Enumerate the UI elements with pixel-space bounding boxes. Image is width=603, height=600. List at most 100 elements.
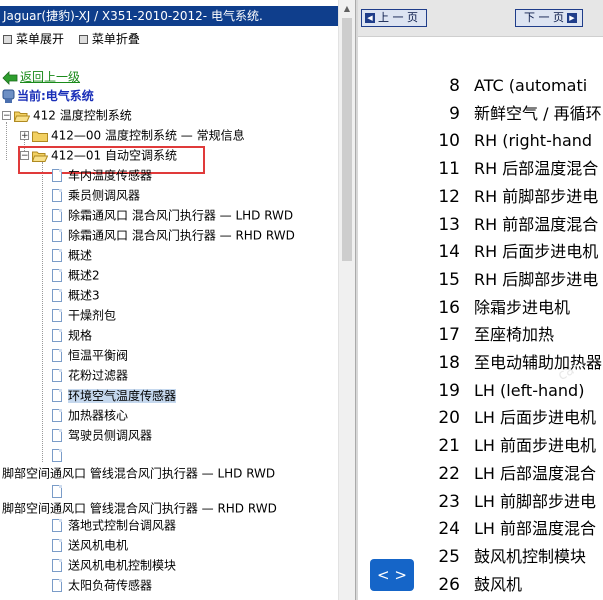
- document-icon: [52, 249, 62, 262]
- folder-icon: [32, 131, 48, 142]
- part-number: 13: [438, 214, 460, 235]
- page-nav-bar: ◀ 上 一 页 下 一 页 ▶: [358, 0, 603, 37]
- tree-leaf[interactable]: 规格: [52, 325, 92, 345]
- back-arrow-icon[interactable]: [2, 70, 18, 85]
- document-icon: [52, 559, 62, 572]
- prev-page-button[interactable]: ◀ 上 一 页: [361, 9, 427, 27]
- part-number: 22: [438, 463, 460, 484]
- next-page-button[interactable]: 下 一 页 ▶: [515, 9, 583, 27]
- document-icon: [52, 409, 62, 422]
- tree-leaf[interactable]: 恒温平衡阀: [52, 345, 128, 365]
- tree-leaf[interactable]: [52, 445, 68, 465]
- document-icon: [52, 169, 62, 182]
- part-number: 23: [438, 491, 460, 512]
- document-icon: [52, 485, 62, 498]
- document-icon: [52, 329, 62, 342]
- tree-leaf[interactable]: 驾驶员侧调风器: [52, 425, 152, 445]
- part-number: 26: [438, 574, 460, 595]
- tree-leaf[interactable]: 太阳负荷传感器: [52, 575, 152, 595]
- part-legend-row: 12 RH 前脚部步进电: [358, 183, 603, 211]
- document-icon: [52, 369, 62, 382]
- left-pane: Jaguar(捷豹)-XJ / X351-2010-2012- 电气系统. 菜单…: [0, 0, 338, 600]
- part-legend-row: 14 RH 后面步进电机: [358, 238, 603, 266]
- part-number: 17: [438, 325, 460, 346]
- tree-node-label: 412—00 温度控制系统 — 常规信息: [51, 128, 245, 143]
- collapse-toggle-icon[interactable]: −: [2, 111, 11, 121]
- part-number: 25: [438, 546, 460, 567]
- part-number: 18: [438, 353, 460, 373]
- menu-collapse-link[interactable]: 菜单折叠: [92, 32, 140, 46]
- part-legend-row: 21 LH 前面步进电机: [358, 432, 603, 460]
- menu-row: 菜单展开 菜单折叠: [0, 29, 148, 49]
- window-title: Jaguar(捷豹)-XJ / X351-2010-2012- 电气系统.: [0, 6, 338, 26]
- part-legend-row: 19 LH (left-hand): [358, 377, 603, 405]
- part-legend-row: 15 RH 后脚部步进电: [358, 266, 603, 294]
- part-name: 至电动辅助加热器: [474, 353, 603, 372]
- tree-node-label: 412 温度控制系统: [33, 108, 132, 123]
- expand-icon: [3, 34, 12, 44]
- collapse-icon: [78, 34, 88, 44]
- document-icon: [52, 429, 62, 442]
- collapse-toggle-icon[interactable]: −: [20, 151, 29, 161]
- part-name: 新鲜空气 / 再循环: [474, 103, 602, 123]
- part-name: LH (left-hand): [474, 380, 585, 400]
- part-legend-row: 18 至电动辅助加热器: [358, 349, 603, 377]
- part-legend-row: 11 RH 后部温度混合: [358, 155, 603, 183]
- menu-expand-link[interactable]: 菜单展开: [16, 32, 64, 46]
- part-number: 11: [438, 159, 460, 180]
- tree-leaf-selected[interactable]: 环境空气温度传感器: [52, 385, 177, 405]
- tree-guide-line: [42, 162, 43, 462]
- back-link[interactable]: 返回上一级: [20, 70, 80, 84]
- document-icon: [52, 309, 62, 322]
- part-name: RH 后部温度混合: [474, 159, 599, 179]
- part-name: RH 前脚部步进电: [474, 186, 599, 206]
- scrollbar-thumb[interactable]: [342, 18, 352, 261]
- folder-open-icon: [14, 111, 30, 122]
- part-name: RH 后面步进电机: [474, 242, 599, 262]
- document-icon: [52, 579, 62, 592]
- part-legend-row: 23 LH 前脚部步进电: [358, 488, 603, 516]
- tree-node-label: 412—01 自动空调系统: [51, 148, 177, 163]
- tree-leaf[interactable]: 除霜通风口 混合风门执行器 — RHD RWD: [52, 225, 295, 245]
- document-icon: [52, 289, 62, 302]
- document-icon: [52, 449, 62, 462]
- current-location-label: 当前:电气系统: [17, 89, 94, 103]
- part-name: ATC (automati: [474, 76, 588, 95]
- tree-leaf[interactable]: 除霜通风口 混合风门执行器 — LHD RWD: [52, 205, 293, 225]
- tree-leaf[interactable]: 乘员侧调风器: [52, 185, 140, 205]
- tree-leaf-wrapped[interactable]: 脚部空间通风口 管线混合风门执行器 — LHD RWD: [2, 463, 275, 483]
- tree-leaf[interactable]: 加热器核心: [52, 405, 128, 425]
- tree-leaf[interactable]: 概述3: [52, 285, 100, 305]
- part-number: 15: [438, 269, 460, 290]
- tree-leaf[interactable]: 车内温度传感器: [52, 165, 152, 185]
- next-arrow-icon: ▶: [567, 13, 577, 23]
- scroll-up-arrow-icon[interactable]: ▲: [339, 0, 355, 17]
- system-node-icon: [2, 89, 15, 103]
- part-number: 9: [449, 103, 460, 124]
- part-name: 至座椅加热: [474, 325, 555, 345]
- part-name: 除霜步进电机: [474, 297, 571, 317]
- tree-node-412[interactable]: − 412 温度控制系统: [2, 105, 132, 125]
- expand-toggle-icon[interactable]: +: [20, 131, 29, 141]
- part-legend-row: 8 ATC (automati: [358, 72, 603, 100]
- tree-node-412-00[interactable]: +412—00 温度控制系统 — 常规信息: [20, 125, 245, 145]
- tree-leaf[interactable]: 落地式控制台调风器: [52, 515, 176, 535]
- part-number: 14: [438, 242, 460, 263]
- part-name: LH 前面步进电机: [474, 436, 597, 456]
- panel-toggle-button[interactable]: < >: [370, 559, 414, 591]
- document-icon: [52, 349, 62, 362]
- tree-leaf[interactable]: 概述2: [52, 265, 100, 285]
- right-pane: ◀ 上 一 页 下 一 页 ▶ ca 8 ATC (automati 9 新鲜空气 / 再…: [358, 0, 603, 600]
- tree-leaf[interactable]: 送风机电机控制模块: [52, 555, 176, 575]
- document-icon: [52, 229, 62, 242]
- part-legend-row: 9 新鲜空气 / 再循环: [358, 100, 603, 128]
- tree-leaf[interactable]: 概述: [52, 245, 92, 265]
- tree-leaf[interactable]: 干燥剂包: [52, 305, 116, 325]
- vertical-scrollbar[interactable]: ▲: [338, 0, 355, 600]
- tree-leaf[interactable]: 花粉过滤器: [52, 365, 128, 385]
- tree-node-412-01[interactable]: − 412—01 自动空调系统: [20, 145, 177, 165]
- part-legend-row: 24 LH 前部温度混合: [358, 515, 603, 543]
- part-number: 10: [438, 131, 460, 152]
- part-name: LH 后面步进电机: [474, 408, 597, 428]
- tree-leaf[interactable]: 送风机电机: [52, 535, 128, 555]
